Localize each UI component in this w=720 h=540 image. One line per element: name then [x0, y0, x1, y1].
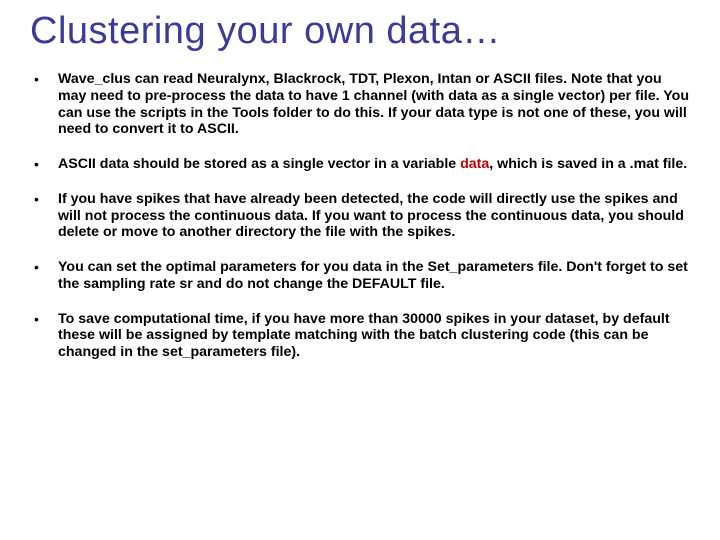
list-item: To save computational time, if you have … [30, 311, 690, 361]
highlight-text: data [460, 156, 489, 172]
text-fragment: ASCII data should be stored as a single … [58, 156, 460, 172]
list-item: You can set the optimal parameters for y… [30, 259, 690, 293]
page-title: Clustering your own data… [30, 10, 690, 53]
text-fragment: , which is saved in a .mat file. [489, 156, 687, 172]
bullet-list: Wave_clus can read Neuralynx, Blackrock,… [30, 71, 690, 361]
list-item: ASCII data should be stored as a single … [30, 156, 690, 173]
list-item: If you have spikes that have already bee… [30, 191, 690, 241]
list-item: Wave_clus can read Neuralynx, Blackrock,… [30, 71, 690, 138]
slide: Clustering your own data… Wave_clus can … [0, 0, 720, 399]
